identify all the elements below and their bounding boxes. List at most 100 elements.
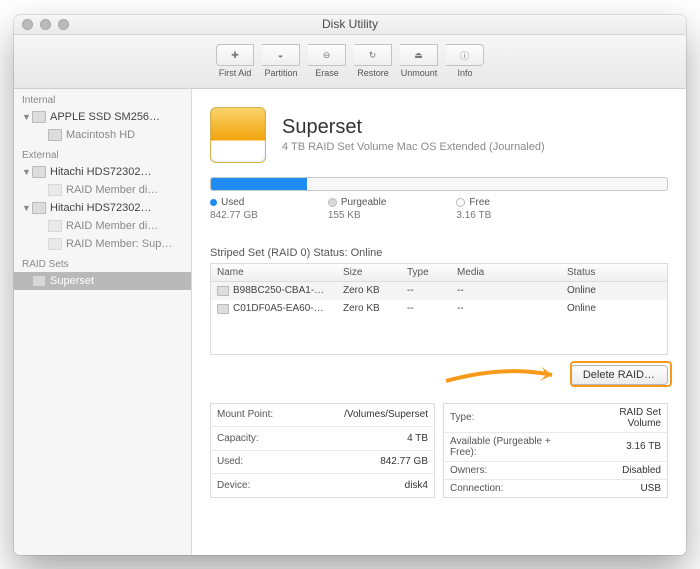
member-status: Online	[561, 303, 667, 314]
member-size: Zero KB	[337, 303, 401, 314]
toolbar-unmount-button[interactable]: ⏏Unmount	[396, 41, 442, 81]
detail-value: USB	[580, 479, 667, 497]
table-header: Name Size Type Media Status	[211, 264, 667, 282]
volume-subtitle: 4 TB RAID Set Volume Mac OS Extended (Jo…	[282, 141, 545, 153]
detail-row: Device:disk4	[211, 474, 435, 498]
disclosure-triangle-icon[interactable]: ▼	[22, 167, 30, 177]
sidebar-section-header: RAID Sets	[14, 253, 191, 272]
sidebar-item[interactable]: RAID Member di…	[14, 217, 191, 235]
member-name: C01DF0A5-EA60-…	[233, 303, 324, 314]
sidebar-item-label: APPLE SSD SM256…	[50, 111, 160, 123]
sidebar-item[interactable]: ▼ APPLE SSD SM256…	[14, 108, 191, 126]
disk-icon	[48, 220, 62, 232]
member-status: Online	[561, 285, 667, 296]
legend-free-value: 3.16 TB	[456, 210, 491, 221]
detail-value: RAID Set Volume	[580, 403, 667, 432]
toolbar-label: Restore	[357, 68, 389, 78]
col-type[interactable]: Type	[401, 267, 451, 278]
disclosure-triangle-icon[interactable]: ▼	[22, 112, 30, 122]
sidebar-item-label: Macintosh HD	[66, 129, 135, 141]
member-size: Zero KB	[337, 285, 401, 296]
legend-used-value: 842.77 GB	[210, 210, 258, 221]
sidebar-item[interactable]: Macintosh HD	[14, 126, 191, 144]
col-status[interactable]: Status	[561, 267, 667, 278]
disk-icon	[217, 304, 229, 314]
detail-key: Used:	[211, 450, 304, 474]
drive-icon	[210, 107, 266, 163]
toolbar-label: Unmount	[401, 68, 438, 78]
detail-row: Used:842.77 GB	[211, 450, 435, 474]
disk-icon	[48, 129, 62, 141]
toolbar-label: First Aid	[219, 68, 252, 78]
toolbar-label: Info	[457, 68, 472, 78]
detail-key: Available (Purgeable + Free):	[444, 432, 581, 461]
raid-actions: Delete RAID…	[210, 355, 668, 399]
detail-row: Type:RAID Set Volume	[444, 403, 668, 432]
member-name: B98BC250-CBA1-…	[233, 285, 324, 296]
toolbar-label: Erase	[315, 68, 339, 78]
detail-value: Disabled	[580, 461, 667, 479]
annotation-arrow-icon	[444, 367, 564, 385]
titlebar[interactable]: Disk Utility	[14, 15, 686, 35]
sidebar-item-label: Hitachi HDS72302…	[50, 166, 152, 178]
delete-raid-button[interactable]: Delete RAID…	[570, 365, 668, 385]
raid-status-line: Striped Set (RAID 0) Status: Online	[210, 247, 668, 259]
disk-icon	[48, 184, 62, 196]
detail-key: Owners:	[444, 461, 581, 479]
toolbar-label: Partition	[264, 68, 297, 78]
detail-key: Device:	[211, 474, 304, 498]
sidebar-item-label: Superset	[50, 275, 94, 287]
detail-value: 4 TB	[304, 427, 435, 451]
partition-icon: ◒	[262, 44, 300, 66]
detail-row: Capacity:4 TB	[211, 427, 435, 451]
detail-key: Type:	[444, 403, 581, 432]
volume-header: Superset 4 TB RAID Set Volume Mac OS Ext…	[210, 107, 668, 163]
disclosure-triangle-icon[interactable]: ▼	[22, 203, 30, 213]
member-type: --	[401, 303, 451, 314]
disk-icon	[217, 286, 229, 296]
toolbar: ✚First Aid◒ Partition ⊖Erase↻Restore⏏Unmou…	[14, 35, 686, 89]
usage-bar-used	[211, 178, 307, 190]
main-pane: Superset 4 TB RAID Set Volume Mac OS Ext…	[192, 89, 686, 555]
col-name[interactable]: Name	[211, 267, 337, 278]
legend-free-label: Free	[456, 197, 491, 208]
col-size[interactable]: Size	[337, 267, 401, 278]
details-left-table: Mount Point:/Volumes/SupersetCapacity:4 …	[210, 403, 435, 498]
table-row[interactable]: B98BC250-CBA1-…Zero KB----Online	[211, 282, 667, 300]
sidebar: Internal▼APPLE SSD SM256…Macintosh HDExt…	[14, 89, 192, 555]
detail-row: Mount Point:/Volumes/Superset	[211, 403, 435, 427]
detail-key: Mount Point:	[211, 403, 304, 427]
sidebar-item[interactable]: ▼ Hitachi HDS72302…	[14, 163, 191, 181]
volume-details: Mount Point:/Volumes/SupersetCapacity:4 …	[210, 403, 668, 498]
detail-row: Connection:USB	[444, 479, 668, 497]
details-right-table: Type:RAID Set VolumeAvailable (Purgeable…	[443, 403, 668, 498]
detail-value: disk4	[304, 474, 435, 498]
detail-key: Connection:	[444, 479, 581, 497]
disk-icon	[32, 111, 46, 123]
disk-icon	[32, 202, 46, 214]
member-media: --	[451, 285, 561, 296]
col-media[interactable]: Media	[451, 267, 561, 278]
disk-utility-window: Disk Utility ✚First Aid◒ Partition ⊖Erase↻…	[14, 15, 686, 555]
toolbar-erase-button[interactable]: ⊖Erase	[304, 41, 350, 81]
toolbar-first-aid-button[interactable]: ✚First Aid	[212, 41, 258, 81]
toolbar-info-button[interactable]: ⓘ Info	[442, 41, 488, 81]
sidebar-item[interactable]: RAID Member: Sup…	[14, 235, 191, 253]
toolbar-partition-button[interactable]: ◒ Partition	[258, 41, 304, 81]
info-icon: ⓘ	[446, 44, 484, 66]
window-title: Disk Utility	[14, 17, 686, 31]
table-row[interactable]: C01DF0A5-EA60-…Zero KB----Online	[211, 300, 667, 318]
member-type: --	[401, 285, 451, 296]
detail-value: 3.16 TB	[580, 432, 667, 461]
usage-bar	[210, 177, 668, 191]
toolbar-restore-button[interactable]: ↻Restore	[350, 41, 396, 81]
detail-value: 842.77 GB	[304, 450, 435, 474]
legend-purgeable-value: 155 KB	[328, 210, 387, 221]
sidebar-item[interactable]: RAID Member di…	[14, 181, 191, 199]
sidebar-item[interactable]: ▼ Hitachi HDS72302…	[14, 199, 191, 217]
member-media: --	[451, 303, 561, 314]
sidebar-item-label: Hitachi HDS72302…	[50, 202, 152, 214]
detail-value: /Volumes/Superset	[304, 403, 435, 427]
sidebar-section-header: Internal	[14, 89, 191, 108]
sidebar-item[interactable]: Superset	[14, 272, 191, 290]
